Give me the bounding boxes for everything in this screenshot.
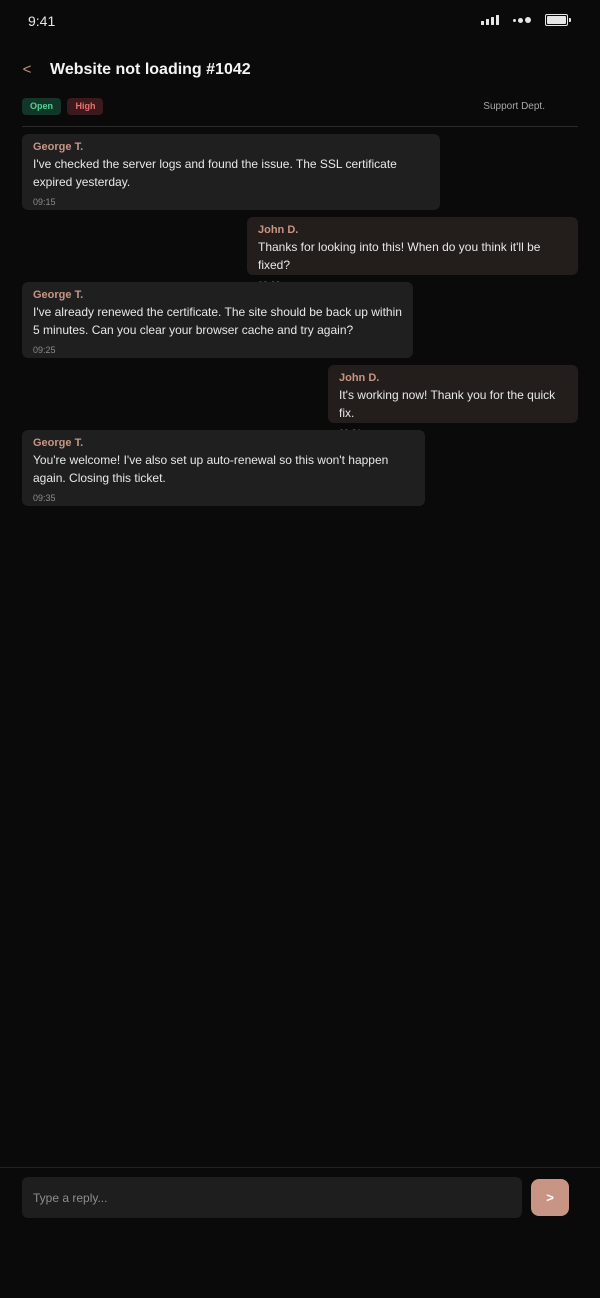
back-button[interactable]: < xyxy=(18,58,36,82)
message-sender: George T. xyxy=(33,437,84,449)
composer-divider xyxy=(0,1167,600,1168)
status-badge: Open xyxy=(22,98,62,115)
page-title: Website not loading #1042 xyxy=(50,61,251,78)
wifi-icon xyxy=(513,17,531,23)
message-bubble: John D. Thanks for looking into this! Wh… xyxy=(247,217,578,290)
ticket-meta: Open High Support Dept. xyxy=(22,98,578,116)
status-bar: 9:41 xyxy=(0,0,600,44)
priority-badge: High xyxy=(67,98,104,115)
message-bubble: George T. You're welcome! I've also set … xyxy=(22,430,425,506)
message-text: It's working now! Thank you for the quic… xyxy=(339,388,556,420)
message-text: I've checked the server logs and found t… xyxy=(33,157,397,189)
message-time: 09:25 xyxy=(33,345,56,355)
header-divider xyxy=(22,126,578,127)
message-sender: George T. xyxy=(33,141,84,153)
send-button[interactable]: > xyxy=(531,1179,569,1216)
message-bubble: John D. It's working now! Thank you for … xyxy=(328,365,578,438)
message-bubble: George T. I've already renewed the certi… xyxy=(22,282,413,358)
status-icons xyxy=(481,13,571,27)
message-time: 09:15 xyxy=(33,197,56,207)
message-sender: John D. xyxy=(339,372,380,384)
message-text: You're welcome! I've also set up auto-re… xyxy=(33,453,389,485)
header: < Website not loading #1042 xyxy=(0,54,600,90)
battery-icon xyxy=(545,14,571,26)
message-time: 09:35 xyxy=(33,493,56,503)
message-sender: George T. xyxy=(33,289,84,301)
message-text: I've already renewed the certificate. Th… xyxy=(33,305,402,337)
reply-input[interactable] xyxy=(22,1177,522,1218)
signal-icon xyxy=(481,15,499,25)
status-time: 9:41 xyxy=(28,13,56,29)
message-sender: John D. xyxy=(258,224,299,236)
department-label: Support Dept. xyxy=(483,101,545,112)
message-text: Thanks for looking into this! When do yo… xyxy=(258,240,541,272)
message-bubble: George T. I've checked the server logs a… xyxy=(22,134,440,210)
